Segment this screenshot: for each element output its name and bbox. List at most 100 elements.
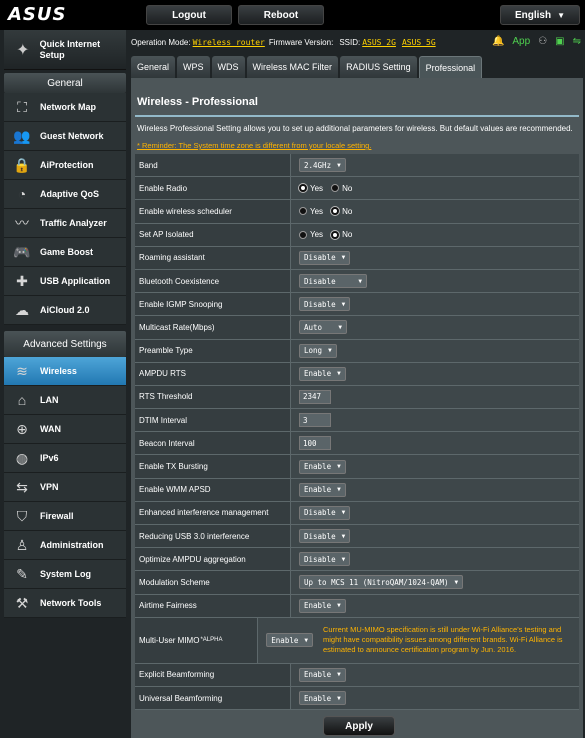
operation-mode-link[interactable]: Wireless router <box>193 38 265 47</box>
usb-icon[interactable]: ⇋ <box>573 36 581 47</box>
apply-button[interactable]: Apply <box>323 716 395 736</box>
setting-label: Enable Radio <box>135 177 291 200</box>
admin-user-icon: ♙ <box>15 536 29 553</box>
setting-row-roaming: Roaming assistant Disable ▼ <box>135 246 579 270</box>
sidebar: ✦ Quick Internet Setup General ⛶ Network … <box>4 30 126 618</box>
tab-general[interactable]: General <box>131 56 176 78</box>
tab-wps[interactable]: WPS <box>177 56 210 78</box>
sidebar-item-network-map[interactable]: ⛶ Network Map <box>4 93 126 122</box>
setting-label: Universal Beamforming <box>135 686 291 710</box>
sidebar-item-ipv6[interactable]: ◍ IPv6 <box>4 444 126 473</box>
timezone-reminder-link[interactable]: * Reminder: The System time zone is diff… <box>137 141 371 150</box>
modulation-select[interactable]: Up to MCS 11 (NitroQAM/1024-QAM) ▼ <box>299 575 464 590</box>
mumimo-select[interactable]: Enable ▼ <box>266 633 313 648</box>
title-divider <box>135 115 579 117</box>
setting-row-enable-radio: Enable Radio Yes No <box>135 177 579 201</box>
sidebar-item-system-log[interactable]: ✎ System Log <box>4 560 126 589</box>
ap-isolated-yes[interactable]: Yes <box>299 230 323 239</box>
select-value: Auto <box>304 322 323 332</box>
chevron-down-icon: ▼ <box>341 555 346 563</box>
reboot-button[interactable]: Reboot <box>238 5 324 25</box>
sidebar-item-firewall[interactable]: ⛉ Firewall <box>4 502 126 531</box>
setting-label: Bluetooth Coexistence <box>135 269 291 293</box>
bell-icon[interactable]: 🔔 <box>492 36 504 47</box>
sidebar-item-vpn[interactable]: ⇆ VPN <box>4 473 126 502</box>
select-value: Enable <box>304 485 332 495</box>
rts-threshold-input[interactable]: 2347 <box>299 389 331 404</box>
chevron-down-icon: ▼ <box>337 671 341 679</box>
multicast-select[interactable]: Auto ▼ <box>299 320 347 335</box>
band-select[interactable]: 2.4GHz ▼ <box>299 158 346 173</box>
tab-professional[interactable]: Professional <box>418 56 483 78</box>
mumimo-label: Multi-User MIMO <box>139 635 200 645</box>
language-select[interactable]: English ▼ <box>500 5 580 25</box>
setting-label: Airtime Fairness <box>135 594 291 617</box>
scheduler-yes[interactable]: Yes <box>299 207 323 216</box>
chevron-down-icon: ▼ <box>341 532 346 540</box>
ap-isolated-no[interactable]: No <box>331 230 352 239</box>
radio-unselected-icon <box>299 230 307 239</box>
sidebar-item-label: IPv6 <box>40 453 59 463</box>
quick-internet-setup[interactable]: ✦ Quick Internet Setup <box>4 30 126 70</box>
enable-radio-yes[interactable]: Yes <box>299 184 323 193</box>
usb3-select[interactable]: Disable ▼ <box>299 529 351 544</box>
sidebar-item-label: Adaptive QoS <box>40 189 100 199</box>
sidebar-item-guest-network[interactable]: 👥 Guest Network <box>4 122 126 151</box>
router-icon[interactable]: ▣ <box>555 36 564 47</box>
ssid-label: SSID: <box>339 37 361 47</box>
setting-row-ap-isolated: Set AP Isolated Yes No <box>135 223 579 247</box>
chevron-down-icon: ▼ <box>341 300 346 308</box>
sidebar-item-traffic-analyzer[interactable]: 〰 Traffic Analyzer <box>4 209 126 238</box>
sidebar-item-administration[interactable]: ♙ Administration <box>4 531 126 560</box>
sidebar-item-game-boost[interactable]: 🎮 Game Boost <box>4 238 126 267</box>
universal-bf-select[interactable]: Enable ▼ <box>299 691 346 706</box>
mumimo-warning: Current MU-MIMO specification is still u… <box>323 625 563 655</box>
clients-icon[interactable]: ⚇ <box>538 36 547 47</box>
setting-label: Enable WMM APSD <box>135 478 291 501</box>
sidebar-item-adaptive-qos[interactable]: ◔ Adaptive QoS <box>4 180 126 209</box>
asus-logo: ASUS <box>8 4 67 25</box>
sidebar-item-lan[interactable]: ⌂ LAN <box>4 386 126 415</box>
chevron-down-icon: ▼ <box>337 370 341 378</box>
bluetooth-select[interactable]: Disable ▼ <box>299 274 367 289</box>
sidebar-item-label: AiCloud 2.0 <box>40 305 90 315</box>
tab-radius-setting[interactable]: RADIUS Setting <box>340 56 417 78</box>
sidebar-item-aiprotection[interactable]: 🔒 AiProtection <box>4 151 126 180</box>
dtim-input[interactable]: 3 <box>299 413 331 428</box>
setting-row-ampdu-rts: AMPDU RTS Enable ▼ <box>135 362 579 386</box>
app-label[interactable]: App <box>512 36 530 47</box>
sidebar-item-aicloud[interactable]: ☁ AiCloud 2.0 <box>4 296 126 325</box>
interference-select[interactable]: Disable ▼ <box>299 505 351 520</box>
home-icon: ⌂ <box>17 392 27 408</box>
tab-wireless-mac-filter[interactable]: Wireless MAC Filter <box>246 56 339 78</box>
wmm-apsd-select[interactable]: Enable ▼ <box>299 482 346 497</box>
setting-row-band: Band 2.4GHz ▼ <box>135 154 579 178</box>
igmp-select[interactable]: Disable ▼ <box>299 297 351 312</box>
logout-button[interactable]: Logout <box>146 5 232 25</box>
setting-label: Enhanced interference management <box>135 501 291 524</box>
explicit-bf-select[interactable]: Enable ▼ <box>299 667 346 682</box>
ssid-2g-link[interactable]: ASUS_2G <box>362 38 396 47</box>
ssid-5g-link[interactable]: ASUS_5G <box>402 38 436 47</box>
setting-row-igmp: Enable IGMP Snooping Disable ▼ <box>135 293 579 317</box>
setting-label: Band <box>135 154 291 177</box>
preamble-select[interactable]: Long ▼ <box>299 343 337 358</box>
tab-wds[interactable]: WDS <box>211 56 245 78</box>
beacon-input[interactable]: 100 <box>299 436 331 451</box>
sidebar-item-wireless[interactable]: ≋ Wireless <box>4 357 126 386</box>
airtime-select[interactable]: Enable ▼ <box>299 598 346 613</box>
tx-bursting-select[interactable]: Enable ▼ <box>299 459 346 474</box>
scheduler-no[interactable]: No <box>331 207 352 216</box>
sidebar-item-network-tools[interactable]: ⚒ Network Tools <box>4 589 126 618</box>
sidebar-item-wan[interactable]: ⊕ WAN <box>4 415 126 444</box>
radio-label: No <box>342 183 353 193</box>
sidebar-item-usb-application[interactable]: ✚ USB Application <box>4 267 126 296</box>
roaming-select[interactable]: Disable ▼ <box>299 250 351 265</box>
operation-mode-label: Operation Mode: <box>131 37 191 47</box>
gauge-icon: ◔ <box>17 186 27 202</box>
ampdu-agg-select[interactable]: Disable ▼ <box>299 552 351 567</box>
setting-label: Enable TX Bursting <box>135 455 291 478</box>
enable-radio-no[interactable]: No <box>331 184 352 193</box>
setting-row-scheduler: Enable wireless scheduler Yes No <box>135 200 579 224</box>
ampdu-rts-select[interactable]: Enable ▼ <box>299 366 346 381</box>
